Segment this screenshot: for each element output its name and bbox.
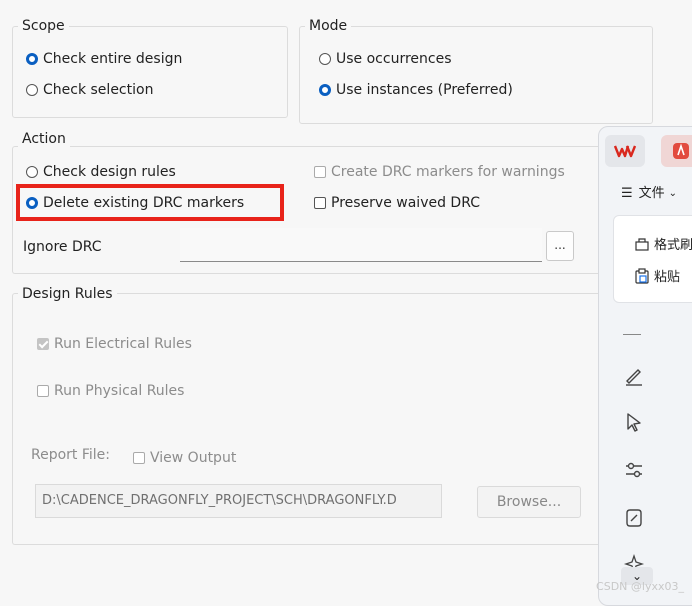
- report-path-field[interactable]: D:\CADENCE_DRAGONFLY_PROJECT\SCH\DRAGONF…: [35, 484, 442, 518]
- mode-option-occurrences[interactable]: Use occurrences: [319, 50, 452, 68]
- wps-app-button[interactable]: [605, 135, 645, 167]
- pen-icon[interactable]: [623, 365, 645, 387]
- ignore-drc-input[interactable]: [180, 228, 542, 262]
- mode-occurrences-radio[interactable]: [319, 53, 331, 65]
- report-file-label: Report File:: [31, 447, 111, 463]
- scope-group: [12, 26, 288, 118]
- preserve-waived-label: Preserve waived DRC: [331, 195, 481, 211]
- run-electrical-option[interactable]: Run Electrical Rules: [37, 335, 192, 353]
- check-rules-radio[interactable]: [26, 166, 38, 178]
- side-toolbar-panel: ☰ 文件 ⌄ 格式刷 粘贴 ⌄: [598, 126, 692, 606]
- mode-title: Mode: [305, 17, 352, 35]
- mode-group: [299, 26, 653, 124]
- run-electrical-checkbox[interactable]: [37, 338, 49, 350]
- action-option-check-rules[interactable]: Check design rules: [26, 163, 176, 181]
- browse-button[interactable]: Browse...: [477, 486, 581, 518]
- highlight-box: [16, 184, 284, 221]
- preserve-waived-option[interactable]: Preserve waived DRC: [314, 194, 480, 212]
- sliders-icon[interactable]: [623, 459, 645, 481]
- create-markers-checkbox[interactable]: [314, 166, 326, 178]
- file-menu-label: 文件: [638, 186, 665, 201]
- create-markers-label: Create DRC markers for warnings: [331, 164, 565, 180]
- paste-label: 粘贴: [654, 270, 681, 285]
- scope-entire-radio[interactable]: [26, 53, 38, 65]
- check-rules-label: Check design rules: [43, 164, 176, 180]
- cursor-icon[interactable]: [623, 411, 645, 433]
- run-physical-option[interactable]: Run Physical Rules: [37, 382, 184, 400]
- run-physical-label: Run Physical Rules: [54, 383, 185, 399]
- create-markers-option[interactable]: Create DRC markers for warnings: [314, 163, 566, 181]
- chevron-down-icon: ⌄: [668, 188, 678, 199]
- scope-option-entire[interactable]: Check entire design: [26, 50, 182, 68]
- edit-shape-icon[interactable]: [623, 507, 645, 529]
- wps-logo-icon: [613, 145, 637, 158]
- scope-selection-radio[interactable]: [26, 84, 38, 96]
- ignore-drc-label: Ignore DRC: [23, 239, 102, 255]
- format-painter-item[interactable]: 格式刷: [634, 234, 692, 253]
- format-painter-icon: [635, 237, 649, 251]
- file-menu[interactable]: ☰ 文件 ⌄: [621, 185, 677, 203]
- action-title: Action: [18, 130, 70, 148]
- ignore-drc-browse-button[interactable]: ...: [546, 231, 574, 261]
- panel-divider: [623, 334, 641, 335]
- scope-selection-label: Check selection: [43, 82, 154, 98]
- paste-item[interactable]: 粘贴: [634, 266, 680, 285]
- mode-instances-radio[interactable]: [319, 84, 331, 96]
- pdf-logo-icon: [673, 143, 689, 159]
- clipboard-card: 格式刷 粘贴: [613, 215, 692, 303]
- paste-icon: [635, 267, 649, 284]
- view-output-label: View Output: [150, 450, 237, 466]
- mode-occurrences-label: Use occurrences: [336, 51, 452, 67]
- scope-option-selection[interactable]: Check selection: [26, 81, 153, 99]
- view-output-option[interactable]: View Output: [133, 449, 236, 467]
- run-physical-checkbox[interactable]: [37, 385, 49, 397]
- preserve-waived-checkbox[interactable]: [314, 197, 326, 209]
- scope-title: Scope: [18, 17, 69, 35]
- scope-entire-label: Check entire design: [43, 51, 183, 67]
- mode-instances-label: Use instances (Preferred): [336, 82, 513, 98]
- design-rules-title: Design Rules: [18, 285, 117, 303]
- run-electrical-label: Run Electrical Rules: [54, 336, 192, 352]
- pdf-app-button[interactable]: [661, 135, 692, 167]
- view-output-checkbox[interactable]: [133, 452, 145, 464]
- watermark: CSDN @lyxx03_: [596, 580, 684, 593]
- mode-option-instances[interactable]: Use instances (Preferred): [319, 81, 513, 99]
- format-painter-label: 格式刷: [654, 238, 692, 253]
- hamburger-icon: ☰: [621, 186, 633, 201]
